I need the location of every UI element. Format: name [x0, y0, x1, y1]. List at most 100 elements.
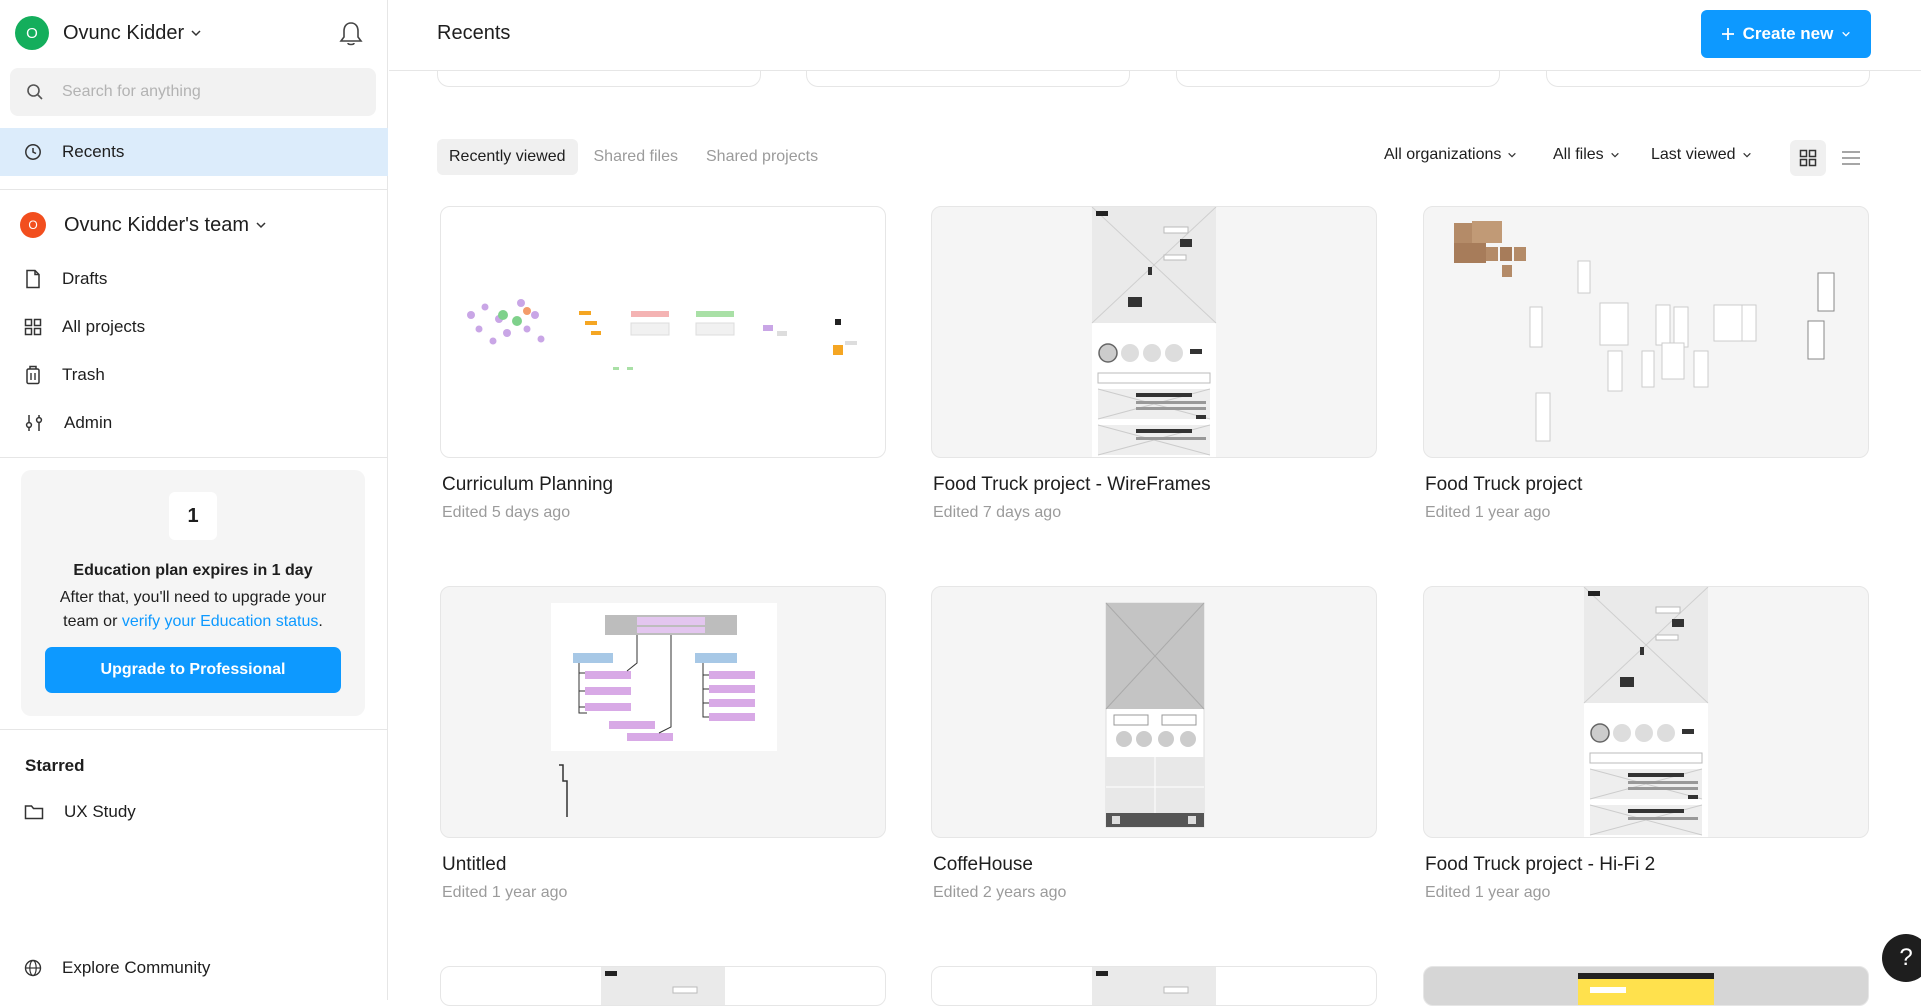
list-view-button[interactable] [1833, 140, 1869, 176]
grid-view-button[interactable] [1790, 140, 1826, 176]
file-edited-time: Edited 7 days ago [933, 504, 1062, 521]
starred-heading: Starred [25, 756, 85, 775]
file-edited-time: Edited 1 year ago [1425, 504, 1551, 521]
folder-icon [24, 805, 44, 820]
explore-community-label: Explore Community [62, 958, 211, 977]
file-title: CoffeHouse [933, 854, 1033, 875]
file-thumbnail-coffehouse[interactable] [931, 586, 1377, 838]
files-filter-label: All files [1553, 146, 1604, 163]
scrolled-card [437, 71, 761, 87]
file-title: Untitled [442, 854, 507, 875]
thumbnail-preview [1092, 967, 1216, 1005]
search-bar[interactable] [10, 68, 376, 116]
globe-icon [24, 959, 42, 977]
thumbnail-preview [467, 299, 857, 370]
files-filter[interactable]: All files [1553, 146, 1620, 164]
thumbnail-preview [551, 603, 777, 817]
file-title: Food Truck project - Hi-Fi 2 [1425, 854, 1656, 875]
create-new-label: Create new [1742, 24, 1834, 43]
search-input[interactable] [60, 82, 364, 102]
team-avatar: O [20, 212, 46, 238]
file-thumbnail-untitled[interactable] [440, 586, 886, 838]
team-name: Ovunc Kidder's team [64, 213, 250, 236]
file-icon [26, 269, 40, 289]
sidebar-item-recents[interactable]: Recents [0, 128, 388, 176]
sidebar-item-admin[interactable]: Admin [0, 399, 388, 447]
sidebar-item-label: Admin [64, 413, 113, 432]
sidebar-item-label: Drafts [62, 269, 108, 288]
user-avatar: O [15, 16, 49, 50]
tab-shared-files[interactable]: Shared files [582, 139, 691, 175]
divider [0, 189, 388, 190]
explore-community-link[interactable]: Explore Community [0, 944, 388, 992]
account-switcher[interactable]: O Ovunc Kidder [15, 16, 202, 50]
organizations-filter[interactable]: All organizations [1384, 146, 1517, 164]
days-left-badge: 1 [169, 492, 217, 540]
tab-recently-viewed[interactable]: Recently viewed [437, 139, 578, 175]
file-thumbnail[interactable] [931, 966, 1377, 1006]
file-thumbnail[interactable] [440, 966, 886, 1006]
sort-dropdown[interactable]: Last viewed [1651, 146, 1752, 164]
file-title: Food Truck project [1425, 474, 1583, 495]
divider [0, 457, 388, 458]
tab-shared-projects[interactable]: Shared projects [694, 139, 830, 175]
sidebar-item-all-projects[interactable]: All projects [0, 303, 388, 351]
thumbnail-preview [1091, 207, 1217, 457]
thumbnail-preview [1105, 602, 1205, 828]
scrolled-card [1176, 71, 1500, 87]
file-thumbnail-hifi-2[interactable] [1423, 586, 1869, 838]
file-thumbnail-curriculum[interactable] [440, 206, 886, 458]
chevron-down-icon [1842, 31, 1851, 37]
file-edited-time: Edited 1 year ago [442, 884, 568, 901]
sliders-icon [25, 415, 43, 431]
search-icon [27, 84, 43, 100]
file-thumbnail[interactable] [1423, 966, 1869, 1006]
trash-icon [26, 365, 40, 385]
team-switcher[interactable]: O Ovunc Kidder's team [20, 212, 267, 238]
file-edited-time: Edited 5 days ago [442, 504, 571, 521]
file-thumbnail-wireframes[interactable] [931, 206, 1377, 458]
sidebar-item-label: Recents [62, 142, 125, 161]
file-tabs: Recently viewed Shared files Shared proj… [437, 139, 830, 175]
file-title: Curriculum Planning [442, 474, 614, 495]
thumbnail-preview [1583, 587, 1709, 837]
create-new-button[interactable]: Create new [1701, 10, 1871, 58]
user-name: Ovunc Kidder [63, 21, 185, 44]
starred-item-label: UX Study [64, 802, 136, 821]
file-title: Food Truck project - WireFrames [933, 474, 1211, 495]
verify-education-link[interactable]: verify your Education status [122, 613, 319, 630]
sort-label: Last viewed [1651, 146, 1736, 163]
file-thumbnail-food-truck[interactable] [1423, 206, 1869, 458]
divider [0, 729, 388, 730]
starred-item-ux-study[interactable]: UX Study [0, 788, 388, 836]
grid-icon [24, 318, 42, 336]
thumbnail-preview [1454, 221, 1835, 442]
education-plan-description: After that, you'll need to upgrade your … [41, 586, 345, 634]
top-bar: Recents Create new [389, 0, 1921, 71]
chevron-down-icon [1508, 152, 1517, 158]
sidebar-item-trash[interactable]: Trash [0, 351, 388, 399]
sidebar: O Ovunc Kidder Recents O Ovunc Kidder's … [0, 0, 388, 1000]
clock-icon [25, 144, 41, 160]
chevron-down-icon [1610, 152, 1619, 158]
page-title: Recents [437, 22, 511, 44]
education-plan-card: 1 Education plan expires in 1 day After … [21, 470, 365, 716]
thumbnail-preview [1578, 973, 1714, 1005]
thumbnail-preview [601, 967, 725, 1005]
upgrade-to-professional-button[interactable]: Upgrade to Professional [45, 647, 341, 693]
sidebar-item-label: All projects [62, 317, 146, 336]
scrolled-card [1546, 71, 1870, 87]
notifications-bell-icon[interactable] [338, 20, 364, 48]
description-suffix: . [318, 613, 323, 630]
sidebar-item-drafts[interactable]: Drafts [0, 255, 388, 303]
list-view-icon [1842, 151, 1860, 165]
chevron-down-icon [191, 30, 201, 37]
file-edited-time: Edited 2 years ago [933, 884, 1067, 901]
help-button[interactable]: ? [1882, 934, 1921, 982]
chevron-down-icon [256, 222, 266, 229]
grid-view-icon [1799, 149, 1817, 167]
sidebar-item-label: Trash [62, 365, 105, 384]
chevron-down-icon [1742, 152, 1751, 158]
file-edited-time: Edited 1 year ago [1425, 884, 1551, 901]
education-plan-title: Education plan expires in 1 day [73, 562, 313, 579]
